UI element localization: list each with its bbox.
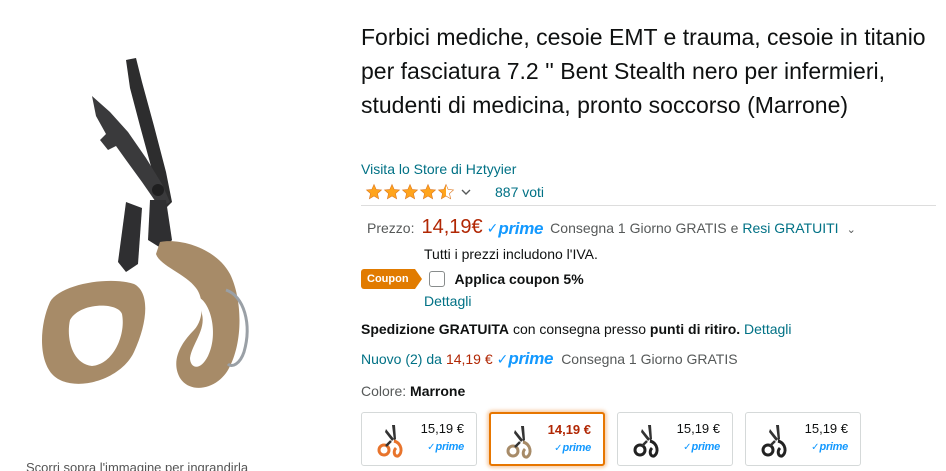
prime-logo: prime <box>498 218 544 238</box>
coupon-details-link[interactable]: Dettagli <box>424 293 471 309</box>
prime-logo: prime <box>691 441 721 453</box>
shipping-details-link[interactable]: Dettagli <box>744 321 791 337</box>
prime-check-icon: ✓ <box>554 442 563 454</box>
prime-check-icon: ✓ <box>496 350 509 367</box>
shipping-bold: Spedizione GRATUITA <box>361 321 510 337</box>
color-swatch-selected[interactable]: 14,19 € ✓ prime <box>489 412 605 466</box>
rating-row: 887 voti <box>365 181 544 203</box>
prime-badge: ✓ prime <box>683 441 720 453</box>
prime-check-icon: ✓ <box>427 441 436 453</box>
offers-link[interactable]: Nuovo (2) da <box>361 351 442 367</box>
store-link[interactable]: Visita lo Store di Hztyyier <box>361 161 516 177</box>
chevron-down-icon <box>461 189 471 195</box>
star-icon <box>401 183 419 200</box>
swatch-scissors-image <box>633 425 659 458</box>
prime-badge: ✓ prime <box>497 349 554 369</box>
price-value: 14,19€ <box>421 216 483 238</box>
swatch-price: 15,19 € <box>420 421 464 436</box>
prime-logo: prime <box>562 442 592 454</box>
color-label: Colore: <box>361 383 407 399</box>
color-row: Colore: Marrone <box>361 383 465 399</box>
shipping-text: con consegna presso <box>512 321 647 337</box>
shipping-bold-pickup: punti di ritiro. <box>649 321 741 337</box>
image-panel: Scorri sopra l'immagine per ingrandirla <box>0 0 345 471</box>
prime-badge: ✓ prime <box>554 442 591 454</box>
offers-row: Nuovo (2) da 14,19 € ✓ prime Consegna 1 … <box>361 348 738 370</box>
coupon-checkbox[interactable] <box>428 271 445 287</box>
swatch-scissors-image <box>506 426 532 459</box>
prime-badge: ✓ prime <box>811 441 848 453</box>
product-image[interactable] <box>30 52 300 412</box>
half-star-icon <box>437 183 455 200</box>
prime-badge: ✓ prime <box>487 219 544 239</box>
coupon-row: Coupon Applica coupon 5% <box>361 268 584 290</box>
swatch-scissors-image <box>761 425 787 458</box>
vat-note: Tutti i prezzi includono l'IVA. <box>424 246 598 262</box>
rating-stars[interactable] <box>365 183 471 201</box>
delivery-text: Consegna 1 Giorno GRATIS <box>550 220 727 236</box>
prime-check-icon: ✓ <box>486 220 499 236</box>
returns-link[interactable]: Resi GRATUITI <box>742 220 838 236</box>
star-icon <box>383 183 401 200</box>
price-label: Prezzo: <box>367 220 415 236</box>
chevron-down-icon[interactable]: ⌄ <box>847 223 856 236</box>
color-value: Marrone <box>410 383 466 399</box>
star-icon <box>365 183 383 200</box>
coupon-badge: Coupon <box>361 269 422 289</box>
color-swatch[interactable]: 15,19 € ✓ prime <box>361 412 477 466</box>
offers-delivery: Consegna 1 Giorno GRATIS <box>561 351 738 367</box>
price-row: Prezzo: 14,19€ ✓ prime Consegna 1 Giorno… <box>367 216 856 246</box>
zoom-hint: Scorri sopra l'immagine per ingrandirla <box>26 460 249 471</box>
swatch-scissors-image <box>377 425 403 458</box>
coupon-label[interactable]: Applica coupon 5% <box>455 271 584 287</box>
divider <box>361 205 936 206</box>
prime-logo: prime <box>819 441 849 453</box>
prime-check-icon: ✓ <box>683 441 692 453</box>
rating-count-link[interactable]: 887 voti <box>495 184 544 200</box>
offers-price: 14,19 € <box>445 351 493 367</box>
prime-logo: prime <box>435 441 465 453</box>
swatch-price: 15,19 € <box>676 421 720 436</box>
returns-conjunction: e <box>730 220 739 236</box>
prime-badge: ✓ prime <box>427 441 464 453</box>
color-swatch[interactable]: 15,19 € ✓ prime <box>745 412 861 466</box>
swatch-price: 15,19 € <box>804 421 848 436</box>
product-title: Forbici mediche, cesoie EMT e trauma, ce… <box>361 24 926 118</box>
color-swatch[interactable]: 15,19 € ✓ prime <box>617 412 733 466</box>
shipping-row: Spedizione GRATUITA con consegna presso … <box>361 321 792 337</box>
color-swatches: 15,19 € ✓ prime 14,19 € ✓ prime 15,19 € ✓ p… <box>361 412 873 466</box>
star-icon <box>419 183 437 200</box>
prime-logo: prime <box>508 349 554 368</box>
prime-check-icon: ✓ <box>811 441 820 453</box>
swatch-price: 14,19 € <box>547 422 591 437</box>
